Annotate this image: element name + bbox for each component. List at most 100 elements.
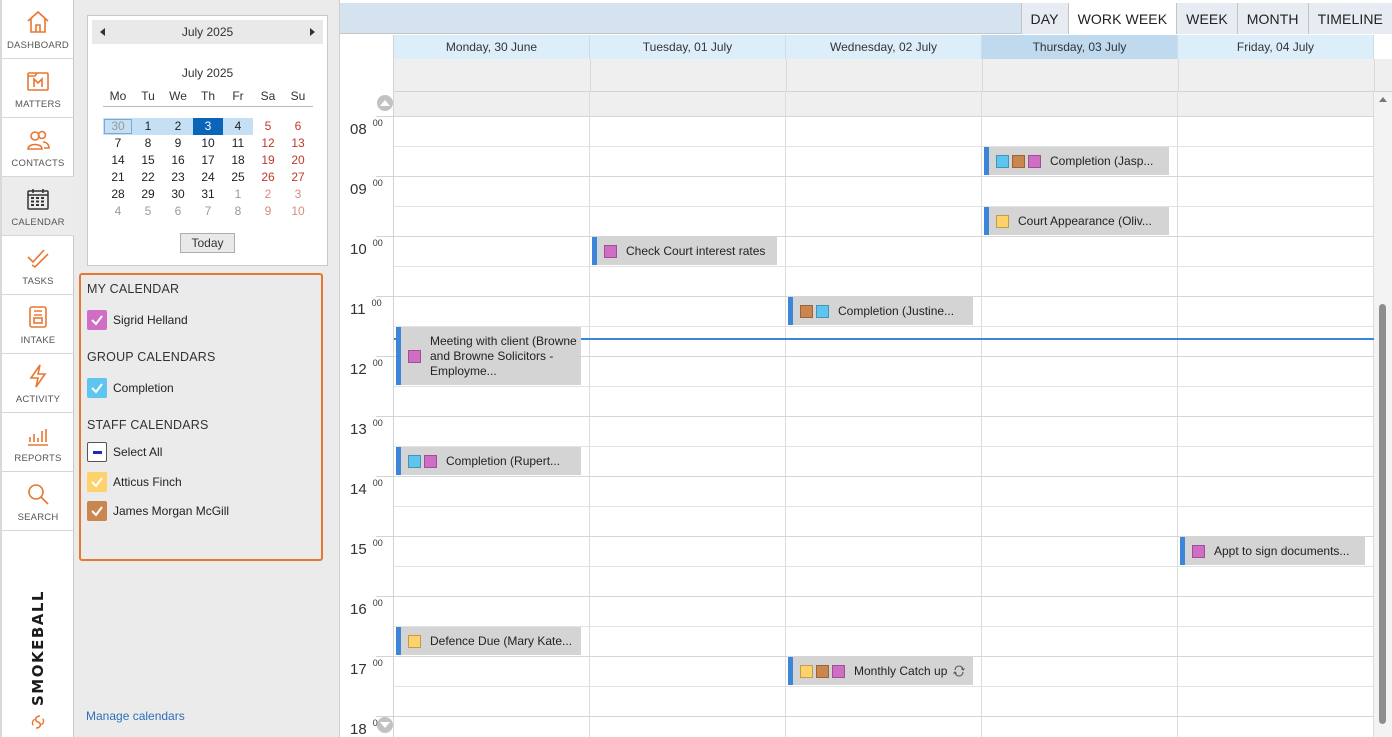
calendar-event[interactable]: Completion (Justine...: [788, 297, 973, 325]
calendar-toggle-staff-1[interactable]: Atticus Finch: [87, 472, 182, 492]
day-column[interactable]: [590, 92, 786, 737]
view-tab-month[interactable]: MONTH: [1236, 3, 1308, 34]
mini-calendar-day[interactable]: 14: [103, 152, 133, 169]
mini-calendar-day[interactable]: 15: [133, 152, 163, 169]
mini-calendar-day[interactable]: 3: [193, 118, 223, 135]
matters-icon: [25, 68, 51, 99]
nav-item-tasks[interactable]: TASKS: [2, 236, 74, 295]
mini-calendar-day[interactable]: 20: [283, 152, 313, 169]
nav-item-contacts[interactable]: CONTACTS: [2, 118, 74, 177]
mini-calendar-day[interactable]: 7: [193, 203, 223, 220]
scrollbar-thumb[interactable]: [1379, 304, 1386, 724]
nav-item-activity[interactable]: ACTIVITY: [2, 354, 74, 413]
day-header[interactable]: Thursday, 03 July: [982, 35, 1178, 59]
mini-calendar-day[interactable]: 4: [103, 203, 133, 220]
mini-calendar-day[interactable]: 12: [253, 135, 283, 152]
mini-calendar-day[interactable]: 17: [193, 152, 223, 169]
mini-calendar-day[interactable]: 8: [133, 135, 163, 152]
view-tab-week[interactable]: WEEK: [1176, 3, 1237, 34]
calendar-checkbox[interactable]: [87, 472, 107, 492]
calendar-event[interactable]: Appt to sign documents...: [1180, 537, 1365, 565]
group-calendars-title: GROUP CALENDARS: [87, 350, 216, 364]
mini-calendar-day[interactable]: 21: [103, 169, 133, 186]
mini-calendar-day[interactable]: 16: [163, 152, 193, 169]
calendar-checkbox[interactable]: [87, 501, 107, 521]
mini-calendar-day[interactable]: 1: [223, 186, 253, 203]
nav-item-search[interactable]: SEARCH: [2, 472, 74, 531]
prev-month-icon[interactable]: [100, 28, 105, 36]
nav-item-dashboard[interactable]: DASHBOARD: [2, 0, 74, 59]
mini-calendar-day[interactable]: 29: [133, 186, 163, 203]
all-day-separator: [786, 59, 787, 92]
mini-calendar-day[interactable]: 11: [223, 135, 253, 152]
mini-calendar-day[interactable]: 22: [133, 169, 163, 186]
scrollbar-up-icon[interactable]: [1379, 97, 1387, 102]
vertical-scrollbar[interactable]: [1374, 92, 1392, 737]
calendar-event[interactable]: Meeting with client (Browne and Browne S…: [396, 327, 581, 385]
calendar-checkbox[interactable]: [87, 310, 107, 330]
nav-item-calendar[interactable]: CALENDAR: [2, 177, 74, 236]
mini-calendar-day[interactable]: 27: [283, 169, 313, 186]
mini-calendar-day[interactable]: 28: [103, 186, 133, 203]
mini-calendar-day[interactable]: 8: [223, 203, 253, 220]
calendar-event[interactable]: Defence Due (Mary Kate...: [396, 627, 581, 655]
view-tab-timeline[interactable]: TIMELINE: [1307, 3, 1392, 34]
all-day-row[interactable]: [394, 59, 1392, 92]
mini-calendar-day[interactable]: 30: [103, 118, 133, 135]
calendar-toggle-staff-0[interactable]: Select All: [87, 442, 162, 462]
view-tab-day[interactable]: DAY: [1020, 3, 1068, 34]
calendar-checkbox[interactable]: [87, 442, 107, 462]
day-header[interactable]: Tuesday, 01 July: [590, 35, 786, 59]
next-month-icon[interactable]: [310, 28, 315, 36]
nav-item-intake[interactable]: INTAKE: [2, 295, 74, 354]
mini-calendar-day[interactable]: 19: [253, 152, 283, 169]
mini-calendar-day[interactable]: 9: [163, 135, 193, 152]
day-column[interactable]: [1178, 92, 1374, 737]
calendar-checkbox[interactable]: [87, 378, 107, 398]
manage-calendars-link[interactable]: Manage calendars: [86, 709, 185, 723]
mini-calendar-day[interactable]: 10: [193, 135, 223, 152]
mini-calendar-day[interactable]: 7: [103, 135, 133, 152]
scroll-up-icon[interactable]: [377, 95, 393, 111]
mini-calendar-day[interactable]: 6: [163, 203, 193, 220]
today-button[interactable]: Today: [180, 233, 235, 253]
calendar-event[interactable]: Check Court interest rates: [592, 237, 777, 265]
mini-calendar-day[interactable]: 25: [223, 169, 253, 186]
calendar-event[interactable]: Court Appearance (Oliv...: [984, 207, 1169, 235]
hour-label: 08 00: [350, 118, 383, 138]
nav-item-reports[interactable]: REPORTS: [2, 413, 74, 472]
minute-value: 00: [372, 358, 383, 368]
mini-calendar-day[interactable]: 3: [283, 186, 313, 203]
mini-calendar-day[interactable]: 30: [163, 186, 193, 203]
calendar-toggle-group-0[interactable]: Completion: [87, 378, 174, 398]
mini-calendar-day[interactable]: 5: [133, 203, 163, 220]
mini-calendar-day[interactable]: 18: [223, 152, 253, 169]
day-column[interactable]: [786, 92, 982, 737]
day-header[interactable]: Friday, 04 July: [1178, 35, 1374, 59]
mini-calendar-day[interactable]: 6: [283, 118, 313, 135]
calendar-event[interactable]: Completion (Jasp...: [984, 147, 1169, 175]
mini-calendar-day[interactable]: 31: [193, 186, 223, 203]
nav-item-matters[interactable]: MATTERS: [2, 59, 74, 118]
view-tab-work-week[interactable]: WORK WEEK: [1067, 3, 1177, 34]
calendar-toggle-staff-2[interactable]: James Morgan McGill: [87, 501, 229, 521]
mini-calendar-day[interactable]: 10: [283, 203, 313, 220]
calendar-toggle-my-0[interactable]: Sigrid Helland: [87, 310, 188, 330]
mini-calendar-day[interactable]: 13: [283, 135, 313, 152]
mini-calendar-day[interactable]: 23: [163, 169, 193, 186]
mini-calendar-day[interactable]: 9: [253, 203, 283, 220]
calendar-event[interactable]: Monthly Catch up: [788, 657, 973, 685]
nav-item-label: DASHBOARD: [7, 40, 69, 51]
mini-calendar-day[interactable]: 2: [253, 186, 283, 203]
mini-calendar-day[interactable]: 26: [253, 169, 283, 186]
mini-calendar-day[interactable]: 24: [193, 169, 223, 186]
day-column[interactable]: [982, 92, 1178, 737]
mini-calendar-day[interactable]: 1: [133, 118, 163, 135]
calendar-event[interactable]: Completion (Rupert...: [396, 447, 581, 475]
day-header[interactable]: Wednesday, 02 July: [786, 35, 982, 59]
mini-calendar-day[interactable]: 4: [223, 118, 253, 135]
mini-calendar-day[interactable]: 5: [253, 118, 283, 135]
mini-calendar-day[interactable]: 2: [163, 118, 193, 135]
scroll-down-icon[interactable]: [377, 717, 393, 733]
day-header[interactable]: Monday, 30 June: [394, 35, 590, 59]
